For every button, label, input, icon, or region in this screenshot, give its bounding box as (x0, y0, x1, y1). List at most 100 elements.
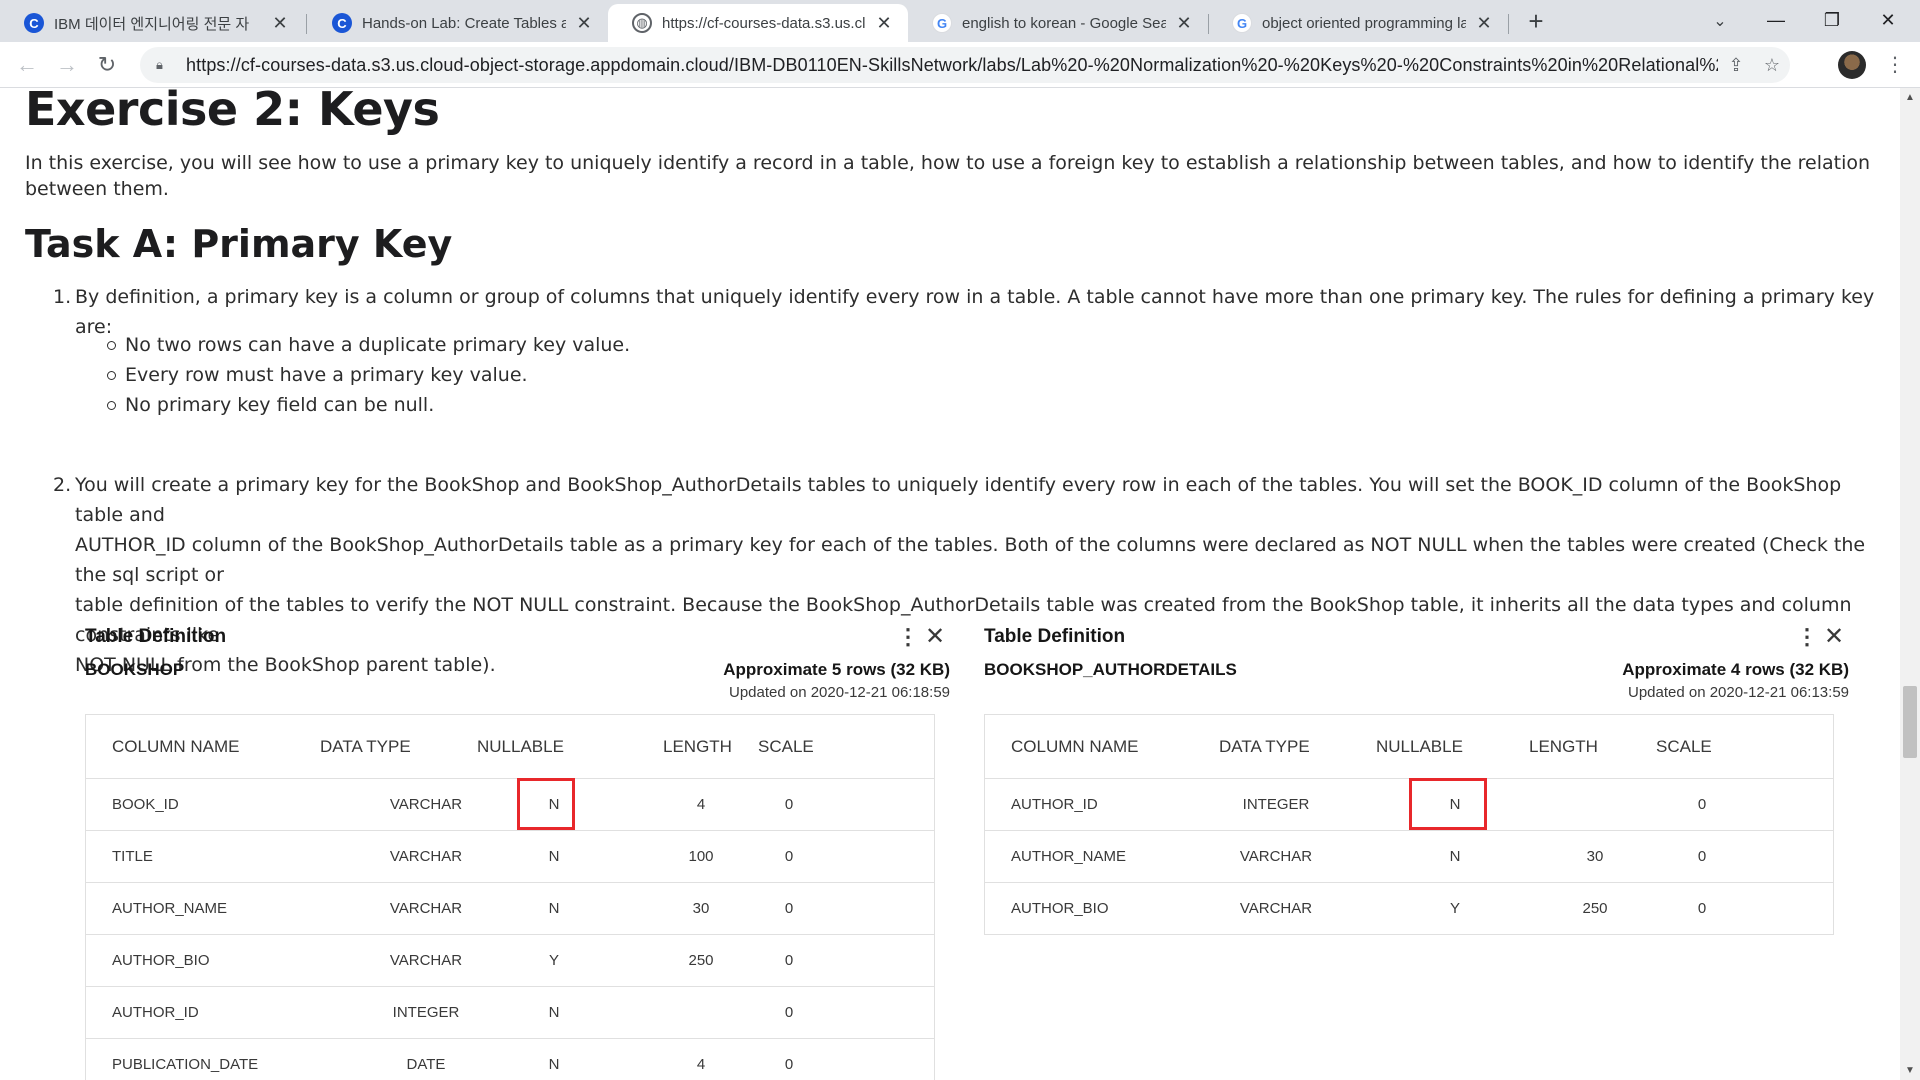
browser-menu-icon[interactable]: ⋮ (1880, 48, 1910, 82)
overflow-menu-icon[interactable]: ⋮ (897, 624, 919, 650)
task-heading: Task A: Primary Key (25, 222, 453, 266)
cell-nullable: N (1449, 848, 1461, 865)
cell-column-name: AUTHOR_ID (1011, 796, 1098, 813)
scroll-down-arrow-icon[interactable]: ▼ (1900, 1065, 1920, 1076)
browser-tab-3[interactable]: ◍ https://cf-courses-data.s3.us.clo ✕ (608, 4, 908, 42)
browser-tab-1[interactable]: C IBM 데이터 엔지니어링 전문 자 ✕ (0, 4, 304, 42)
cell-nullable: N (548, 1004, 560, 1021)
close-icon[interactable]: ✕ (1824, 622, 1844, 651)
cell-data-type: VARCHAR (389, 848, 463, 865)
panel-title: Table Definition (984, 626, 1126, 647)
google-icon: G (932, 13, 952, 33)
browser-tab-2[interactable]: C Hands-on Lab: Create Tables an ✕ (308, 4, 608, 42)
tab-title: Hands-on Lab: Create Tables an (362, 14, 566, 32)
table-row: BOOK_ID VARCHAR N 4 0 (86, 779, 934, 831)
cell-data-type: VARCHAR (1239, 900, 1313, 917)
tab-separator (1508, 14, 1509, 34)
updated-timestamp: Updated on 2020-12-21 06:13:59 (1627, 684, 1849, 701)
cell-data-type: VARCHAR (1239, 848, 1313, 865)
close-tab-icon[interactable]: ✕ (1474, 13, 1494, 34)
tab-title: object oriented programming la (1262, 14, 1466, 32)
address-bar[interactable]: 🔒︎ https://cf-courses-data.s3.us.cloud-o… (140, 47, 1790, 83)
close-tab-icon[interactable]: ✕ (574, 13, 594, 34)
tab-search-chevron-icon[interactable]: ⌄ (1705, 8, 1735, 36)
list-item-line: AUTHOR_ID column of the BookShop_AuthorD… (75, 534, 1866, 586)
table-name: BOOKSHOP (85, 660, 185, 679)
highlight-box (517, 778, 575, 830)
coursera-icon: C (332, 13, 352, 33)
scrollbar-thumb[interactable] (1903, 686, 1917, 758)
cell-length: 4 (696, 1056, 706, 1073)
browser-tab-5[interactable]: G object oriented programming la ✕ (1208, 4, 1508, 42)
exercise-heading: Exercise 2: Keys (25, 88, 440, 136)
close-tab-icon[interactable]: ✕ (874, 13, 894, 34)
panel-title: Table Definition (85, 626, 227, 647)
tab-title: english to korean - Google Sear (962, 14, 1166, 32)
close-tab-icon[interactable]: ✕ (270, 13, 290, 34)
column-header: COLUMN NAME (1011, 736, 1139, 756)
column-header: SCALE (758, 736, 814, 756)
lock-icon[interactable]: 🔒︎ (156, 57, 172, 73)
cell-length (1555, 779, 1635, 830)
cell-column-name: PUBLICATION_DATE (112, 1056, 259, 1073)
cell-scale: 0 (1697, 848, 1707, 865)
bullet-item: No primary key field can be null. (106, 391, 434, 419)
cell-column-name: TITLE (112, 848, 153, 865)
new-tab-button[interactable]: + (1520, 6, 1552, 38)
google-icon: G (1232, 13, 1252, 33)
back-arrow-icon[interactable]: ← (10, 48, 44, 82)
cell-column-name: AUTHOR_BIO (112, 952, 210, 969)
column-header: LENGTH (1529, 736, 1598, 756)
column-header: NULLABLE (477, 736, 564, 756)
table-header-row: COLUMN NAME DATA TYPE NULLABLE LENGTH SC… (86, 715, 934, 779)
tab-separator (306, 14, 307, 34)
table-row: TITLE VARCHAR N 100 0 (86, 831, 934, 883)
reload-icon[interactable]: ↻ (90, 48, 124, 82)
close-tab-icon[interactable]: ✕ (1174, 13, 1194, 34)
vertical-scrollbar[interactable]: ▲ ▼ (1900, 88, 1920, 1080)
cell-length: 4 (696, 796, 706, 813)
cell-nullable: N (548, 848, 560, 865)
globe-icon: ◍ (632, 13, 652, 33)
column-header: DATA TYPE (1219, 736, 1310, 756)
browser-tab-4[interactable]: G english to korean - Google Sear ✕ (908, 4, 1208, 42)
minimize-icon[interactable]: — (1748, 0, 1804, 42)
cell-data-type: VARCHAR (389, 952, 463, 969)
cell-data-type: VARCHAR (389, 900, 463, 917)
bullet-item: No two rows can have a duplicate primary… (106, 331, 630, 359)
overflow-menu-icon[interactable]: ⋮ (1796, 624, 1818, 650)
profile-avatar[interactable] (1838, 51, 1866, 79)
table-row: AUTHOR_NAME VARCHAR N 30 0 (86, 883, 934, 935)
window-close-icon[interactable]: ✕ (1860, 0, 1916, 42)
cell-nullable: Y (1449, 900, 1460, 917)
cell-data-type: DATE (406, 1056, 446, 1073)
columns-table: COLUMN NAME DATA TYPE NULLABLE LENGTH SC… (85, 714, 935, 1080)
bullet-item: Every row must have a primary key value. (107, 361, 528, 389)
column-header: NULLABLE (1376, 736, 1463, 756)
cell-column-name: AUTHOR_NAME (1011, 848, 1127, 865)
table-definition-bookshop: Table Definition ⋮ ✕ BOOKSHOP Approximat… (85, 618, 955, 1080)
table-row: PUBLICATION_DATE DATE N 4 0 (86, 1039, 934, 1080)
cell-scale: 0 (1697, 796, 1707, 813)
cell-scale: 0 (784, 1056, 794, 1073)
scroll-up-arrow-icon[interactable]: ▲ (1900, 92, 1920, 103)
cell-scale: 0 (784, 1004, 794, 1021)
bookmark-star-icon[interactable]: ☆ (1754, 55, 1790, 76)
approx-rows: Approximate 4 rows (32 KB) (1622, 660, 1849, 679)
highlight-box (1409, 778, 1487, 830)
url-text[interactable]: https://cf-courses-data.s3.us.cloud-obje… (186, 55, 1718, 76)
cell-scale: 0 (784, 952, 794, 969)
table-row: AUTHOR_NAME VARCHAR N 30 0 (985, 831, 1833, 883)
list-item-line: You will create a primary key for the Bo… (75, 474, 1842, 526)
coursera-icon: C (24, 13, 44, 33)
table-row: AUTHOR_ID INTEGER N 0 (86, 987, 934, 1039)
restore-icon[interactable]: ❐ (1804, 0, 1860, 42)
close-icon[interactable]: ✕ (925, 622, 945, 651)
forward-arrow-icon[interactable]: → (50, 48, 84, 82)
share-icon[interactable]: ⇪ (1718, 55, 1754, 76)
tab-title: https://cf-courses-data.s3.us.clo (662, 14, 866, 32)
cell-scale: 0 (1697, 900, 1707, 917)
cell-data-type: VARCHAR (389, 796, 463, 813)
exercise-intro: In this exercise, you will see how to us… (25, 152, 1871, 200)
page-content: Exercise 2: Keys In this exercise, you w… (0, 88, 1900, 1080)
